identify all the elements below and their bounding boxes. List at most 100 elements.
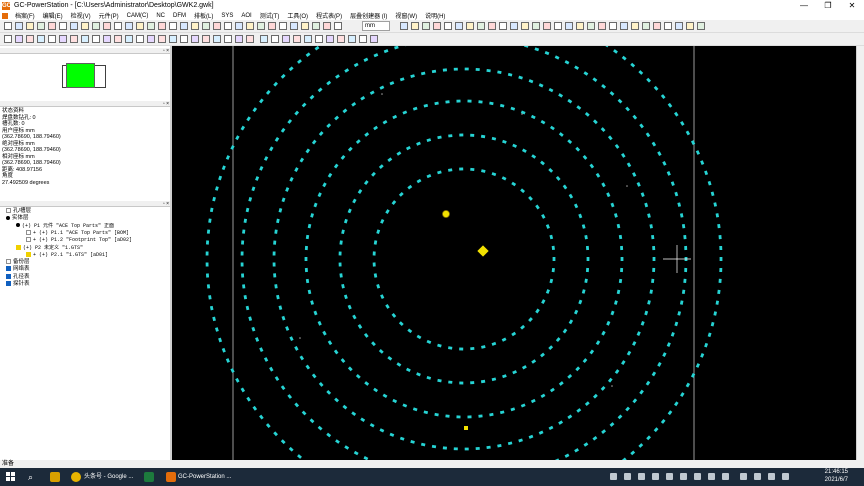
overview-minimap[interactable] bbox=[62, 63, 106, 88]
tray-icon[interactable] bbox=[740, 473, 747, 480]
toolbar-tool-icon[interactable] bbox=[125, 35, 133, 43]
toolbar-tool-icon[interactable] bbox=[598, 22, 606, 30]
toolbar-tool-icon[interactable] bbox=[48, 35, 56, 43]
toolbar-tool-icon[interactable] bbox=[246, 35, 254, 43]
toolbar-tool-icon[interactable] bbox=[81, 35, 89, 43]
maximize-button[interactable]: ❐ bbox=[816, 0, 840, 11]
toolbar-tool-icon[interactable] bbox=[147, 35, 155, 43]
toolbar-tool-icon[interactable] bbox=[169, 35, 177, 43]
toolbar-tool-icon[interactable] bbox=[4, 22, 12, 30]
layer-tree-item[interactable]: (+) P1 元件 "ACE Top Parts" 正面 bbox=[16, 223, 114, 230]
input-method-icon[interactable] bbox=[782, 473, 789, 480]
toolbar-tool-icon[interactable] bbox=[642, 22, 650, 30]
tray-icon[interactable] bbox=[666, 473, 673, 480]
design-canvas[interactable] bbox=[172, 46, 856, 460]
start-button[interactable] bbox=[6, 472, 16, 482]
toolbar-tool-icon[interactable] bbox=[686, 22, 694, 30]
menu-view[interactable]: 检视(V) bbox=[67, 11, 95, 20]
toolbar-tool-icon[interactable] bbox=[282, 35, 290, 43]
toolbar-tool-icon[interactable] bbox=[180, 22, 188, 30]
toolbar-tool-icon[interactable] bbox=[271, 35, 279, 43]
panel-close-icon[interactable]: ▫ × bbox=[157, 201, 169, 207]
tray-icon[interactable] bbox=[652, 473, 659, 480]
toolbar-tool-icon[interactable] bbox=[92, 22, 100, 30]
toolbar-tool-icon[interactable] bbox=[125, 22, 133, 30]
toolbar-tool-icon[interactable] bbox=[675, 22, 683, 30]
tray-icon[interactable] bbox=[624, 473, 631, 480]
menu-parts[interactable]: 元件(P) bbox=[95, 11, 123, 20]
menu-panel[interactable]: 排板(L) bbox=[190, 11, 217, 20]
taskbar-clock[interactable]: 21:46:15 2021/6/7 bbox=[825, 469, 848, 484]
toolbar-tool-icon[interactable] bbox=[609, 22, 617, 30]
panel-close-icon[interactable]: ▫ × bbox=[157, 101, 169, 107]
toolbar-tool-icon[interactable] bbox=[653, 22, 661, 30]
panel-close-icon[interactable]: ▫ × bbox=[157, 48, 169, 54]
toolbar-tool-icon[interactable] bbox=[103, 22, 111, 30]
layer-tree-item[interactable]: (+) P2 未定义 "1.GTS" bbox=[16, 245, 83, 252]
toolbar-tool-icon[interactable] bbox=[15, 35, 23, 43]
layer-tree-item[interactable]: 孔径表 bbox=[6, 274, 30, 281]
menu-dfm[interactable]: DFM bbox=[169, 13, 190, 19]
toolbar-tool-icon[interactable] bbox=[521, 22, 529, 30]
toolbar-tool-icon[interactable] bbox=[169, 22, 177, 30]
gc-powerstation-icon[interactable] bbox=[166, 472, 176, 482]
toolbar-tool-icon[interactable] bbox=[235, 22, 243, 30]
toolbar-tool-icon[interactable] bbox=[158, 35, 166, 43]
menu-nc[interactable]: NC bbox=[152, 13, 169, 19]
toolbar-tool-icon[interactable] bbox=[334, 22, 342, 30]
toolbar-tool-icon[interactable] bbox=[103, 35, 111, 43]
toolbar-tool-icon[interactable] bbox=[444, 22, 452, 30]
toolbar-tool-icon[interactable] bbox=[587, 22, 595, 30]
toolbar-tool-icon[interactable] bbox=[422, 22, 430, 30]
toolbar-tool-icon[interactable] bbox=[235, 35, 243, 43]
toolbar-tool-icon[interactable] bbox=[466, 22, 474, 30]
toolbar-tool-icon[interactable] bbox=[4, 35, 12, 43]
menu-help[interactable]: 说明(H) bbox=[421, 11, 449, 20]
toolbar-tool-icon[interactable] bbox=[202, 22, 210, 30]
layer-tree-item[interactable]: 实体层 bbox=[6, 215, 29, 222]
menu-program-table[interactable]: 程式表(P) bbox=[312, 11, 346, 20]
toolbar-tool-icon[interactable] bbox=[315, 35, 323, 43]
layer-tree-item[interactable]: 探针表 bbox=[6, 281, 30, 288]
taskbar-app-chrome[interactable]: 头条号 - Google ... bbox=[84, 471, 133, 483]
layer-tree-item[interactable]: + (+) P2.1 "1.GTS" [aD01] bbox=[26, 252, 108, 259]
excel-icon[interactable] bbox=[144, 472, 154, 482]
volume-icon[interactable] bbox=[754, 473, 761, 480]
toolbar-tool-icon[interactable] bbox=[158, 22, 166, 30]
toolbar-tool-icon[interactable] bbox=[400, 22, 408, 30]
toolbar-tool-icon[interactable] bbox=[697, 22, 705, 30]
taskbar-app-gc-powerstation[interactable]: GC-PowerStation ... bbox=[178, 471, 231, 483]
toolbar-tool-icon[interactable] bbox=[532, 22, 540, 30]
toolbar-tool-icon[interactable] bbox=[147, 22, 155, 30]
toolbar-tool-icon[interactable] bbox=[213, 22, 221, 30]
toolbar-tool-icon[interactable] bbox=[224, 35, 232, 43]
toolbar-tool-icon[interactable] bbox=[81, 22, 89, 30]
file-explorer-icon[interactable] bbox=[50, 472, 60, 482]
toolbar-tool-icon[interactable] bbox=[48, 22, 56, 30]
toolbar-tool-icon[interactable] bbox=[348, 35, 356, 43]
toolbar-tool-icon[interactable] bbox=[114, 22, 122, 30]
toolbar-tool-icon[interactable] bbox=[664, 22, 672, 30]
toolbar-tool-icon[interactable] bbox=[565, 22, 573, 30]
menu-window[interactable]: 视窗(W) bbox=[391, 11, 421, 20]
toolbar-tool-icon[interactable] bbox=[59, 35, 67, 43]
toolbar-tool-icon[interactable] bbox=[370, 35, 378, 43]
tray-icon[interactable] bbox=[680, 473, 687, 480]
menu-edit[interactable]: 编辑(E) bbox=[39, 11, 67, 20]
toolbar-tool-icon[interactable] bbox=[326, 35, 334, 43]
layer-tree-item[interactable]: 网络表 bbox=[6, 266, 30, 273]
search-icon[interactable]: ⌕ bbox=[28, 471, 33, 483]
toolbar-tool-icon[interactable] bbox=[554, 22, 562, 30]
toolbar-tool-icon[interactable] bbox=[37, 22, 45, 30]
toolbar-tool-icon[interactable] bbox=[620, 22, 628, 30]
close-button[interactable]: ✕ bbox=[840, 0, 864, 11]
toolbar-tool-icon[interactable] bbox=[268, 22, 276, 30]
toolbar-tool-icon[interactable] bbox=[257, 22, 265, 30]
menu-tools[interactable]: 工具(O) bbox=[283, 11, 312, 20]
toolbar-tool-icon[interactable] bbox=[136, 35, 144, 43]
toolbar-tool-icon[interactable] bbox=[59, 22, 67, 30]
toolbar-tool-icon[interactable] bbox=[191, 35, 199, 43]
vertical-scrollbar[interactable] bbox=[856, 46, 864, 460]
toolbar-tool-icon[interactable] bbox=[433, 22, 441, 30]
toolbar-tool-icon[interactable] bbox=[224, 22, 232, 30]
